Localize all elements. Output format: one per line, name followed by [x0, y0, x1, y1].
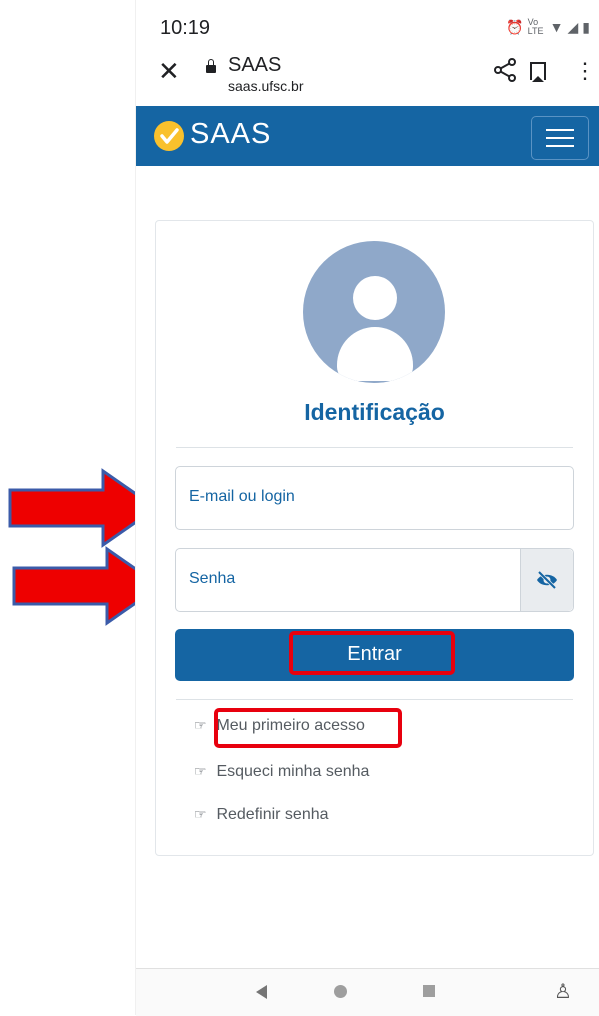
- phone-screen: 10:19 ⏰ Vo LTE ▼ ◢ ▮ ✕ SAAS saas.ufsc.br…: [135, 0, 599, 1016]
- lock-icon: [206, 59, 216, 73]
- link-reset-password[interactable]: ☞ Redefinir senha: [194, 806, 329, 824]
- email-field[interactable]: E-mail ou login: [175, 466, 574, 530]
- wifi-icon: ▼: [549, 19, 564, 35]
- link-label: Redefinir senha: [216, 806, 329, 823]
- user-avatar-icon: [303, 241, 445, 383]
- recents-icon[interactable]: [423, 985, 435, 997]
- link-label: Esqueci minha senha: [216, 763, 370, 780]
- status-bar: 10:19 ⏰ Vo LTE ▼ ◢ ▮: [136, 0, 599, 48]
- pointing-hand-icon: ☞: [194, 763, 207, 779]
- password-placeholder: Senha: [189, 570, 236, 587]
- signal-icon: ◢: [567, 18, 579, 35]
- annotation-box-first-access: [214, 708, 402, 748]
- divider: [176, 447, 573, 448]
- toggle-password-button[interactable]: [520, 549, 573, 611]
- alarm-icon: ⏰: [506, 18, 524, 35]
- home-icon[interactable]: [334, 985, 347, 998]
- back-icon[interactable]: [256, 985, 267, 999]
- login-heading: Identificação: [304, 399, 445, 425]
- login-card: Identificação E-mail ou login Senha Entr…: [155, 220, 594, 856]
- status-time: 10:19: [160, 17, 211, 39]
- status-indicators: ⏰ Vo LTE ▼ ◢ ▮: [506, 18, 590, 36]
- hamburger-icon[interactable]: [531, 116, 589, 160]
- site-navbar: SAAS: [136, 106, 599, 166]
- annotation-box-submit: [289, 631, 455, 675]
- accessibility-icon[interactable]: ♙: [554, 979, 572, 1004]
- system-nav-bar: ♙: [136, 968, 599, 1016]
- more-vert-icon[interactable]: ⋮: [574, 60, 596, 82]
- volte-icon: Vo LTE: [527, 17, 544, 36]
- pointing-hand-icon: ☞: [194, 806, 207, 822]
- site-logo-text[interactable]: SAAS: [190, 118, 271, 151]
- browser-toolbar: ✕ SAAS saas.ufsc.br ⋮: [136, 48, 599, 106]
- battery-icon: ▮: [582, 18, 590, 35]
- close-icon[interactable]: ✕: [158, 56, 180, 87]
- eye-slash-icon: [537, 570, 557, 590]
- link-forgot-password[interactable]: ☞ Esqueci minha senha: [194, 763, 369, 781]
- pointing-hand-icon: ☞: [194, 717, 207, 733]
- page-url[interactable]: saas.ufsc.br: [228, 78, 303, 94]
- page-title: SAAS: [228, 54, 282, 76]
- check-circle-icon: [154, 121, 184, 151]
- bookmark-icon[interactable]: [530, 62, 546, 82]
- password-field[interactable]: Senha: [175, 548, 574, 612]
- email-placeholder: E-mail ou login: [189, 488, 295, 505]
- divider: [176, 699, 573, 700]
- share-icon[interactable]: [494, 58, 516, 82]
